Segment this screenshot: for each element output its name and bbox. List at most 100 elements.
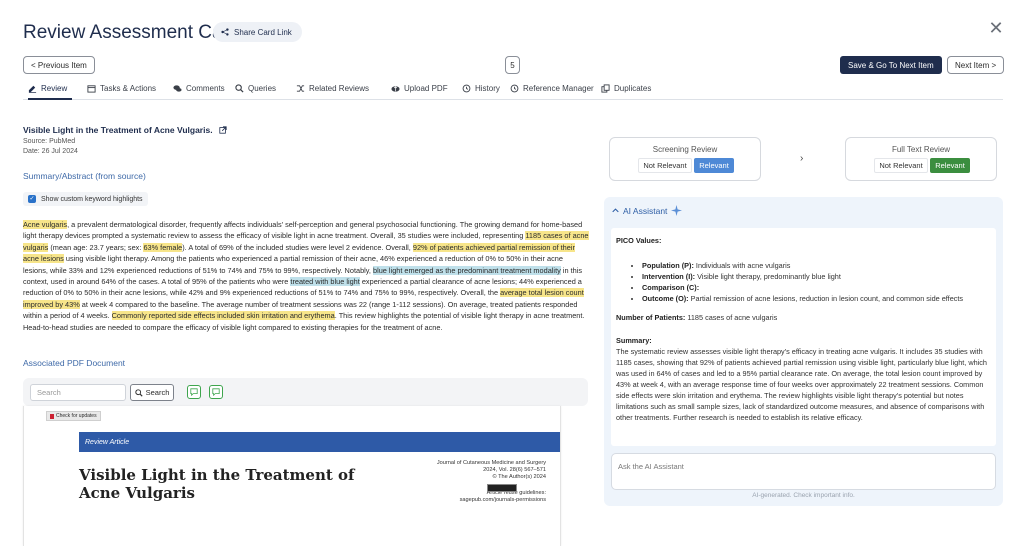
tab-label: Reference Manager	[523, 84, 594, 93]
journal-line: sagepub.com/journals-permissions	[459, 497, 546, 503]
item-counter: 5	[505, 56, 520, 74]
pdf-search-button[interactable]: Search	[130, 384, 174, 401]
pdf-journal-info: Journal of Cutaneous Medicine and Surger…	[390, 460, 546, 504]
summary-section-title: Summary/Abstract (from source)	[23, 171, 146, 181]
chevron-right-icon: ›	[800, 153, 804, 164]
chevron-up-icon	[612, 208, 619, 213]
tab-reference-manager[interactable]: Reference Manager	[510, 84, 594, 100]
page-title: Review Assessment Card	[23, 22, 240, 43]
tab-label: Upload PDF	[404, 84, 448, 93]
journal-line: © The Author(s) 2024	[492, 474, 546, 480]
comment-icon	[190, 388, 198, 396]
next-item-button[interactable]: Next Item >	[947, 56, 1005, 74]
pdf-review-article-band: Review Article	[79, 432, 560, 452]
tab-label: History	[475, 84, 500, 93]
keyword-highlight: blue light emerged as the predominant tr…	[373, 265, 561, 275]
search-icon	[235, 84, 244, 93]
pdf-document-title: Visible Light in the Treatment of Acne V…	[79, 466, 355, 502]
journal-line: Article reuse guidelines:	[486, 490, 546, 496]
ai-assistant-title: AI Assistant	[623, 205, 668, 216]
pdf-search-input[interactable]: Search	[30, 384, 126, 401]
ai-assistant-header[interactable]: AI Assistant	[612, 205, 683, 216]
article-title-text: Visible Light in the Treatment of Acne V…	[23, 125, 213, 135]
tab-label: Comments	[186, 84, 225, 93]
ai-assistant-input[interactable]: Ask the AI Assistant	[611, 453, 996, 490]
tab-label: Duplicates	[614, 84, 652, 93]
tab-related-reviews[interactable]: Related Reviews	[296, 84, 369, 100]
tab-duplicates[interactable]: Duplicates	[601, 84, 651, 100]
tab-label: Tasks & Actions	[100, 84, 157, 93]
keyword-highlight: treated with blue light	[290, 277, 360, 287]
screening-review-box: Screening Review Not Relevant Relevant	[609, 137, 761, 181]
pico-list: Population (P): Individuals with acne vu…	[616, 260, 991, 304]
external-link-icon[interactable]	[218, 126, 227, 134]
creative-commons-icon	[487, 484, 517, 492]
pdf-section-title: Associated PDF Document	[23, 358, 126, 368]
ai-response: PICO Values: Population (P): Individuals…	[611, 228, 996, 446]
keyword-highlight: 63% female	[143, 242, 183, 252]
full-text-review-box: Full Text Review Not Relevant Relevant	[845, 137, 997, 181]
tab-label: Related Reviews	[309, 84, 370, 93]
tab-label: Queries	[248, 84, 277, 93]
check-for-updates-badge: Check for updates	[46, 411, 101, 421]
check-updates-icon	[50, 413, 54, 419]
tab-tasks-actions[interactable]: Tasks & Actions	[87, 84, 156, 100]
tab-label: Review	[41, 84, 68, 93]
article-source: Source: PubMed	[23, 138, 76, 145]
full-text-review-title: Full Text Review	[891, 145, 951, 154]
copy-icon	[601, 84, 610, 93]
pico-item: Intervention (I): Visible light therapy,…	[642, 271, 991, 282]
tab-review[interactable]: Review	[28, 84, 72, 100]
comments-icon	[173, 85, 182, 92]
screening-review-title: Screening Review	[652, 145, 718, 154]
journal-line: Journal of Cutaneous Medicine and Surger…	[436, 460, 546, 466]
previous-item-button[interactable]: < Previous Item	[23, 56, 95, 74]
pdf-annotation-button[interactable]	[209, 385, 223, 399]
journal-line: 2024, Vol. 28(6) 567–571	[483, 467, 546, 473]
article-date: Date: 26 Jul 2024	[23, 148, 78, 155]
share-card-link-label: Share Card Link	[234, 27, 292, 37]
history-icon	[510, 84, 519, 93]
tab-history[interactable]: History	[462, 84, 500, 100]
abstract-segment: ). A total of 69% of the included studie…	[182, 242, 413, 252]
history-icon	[462, 84, 471, 93]
fulltext-relevant-button[interactable]: Relevant	[930, 158, 970, 173]
abstract-segment: (mean age: 23.7 years; sex:	[48, 242, 144, 252]
fulltext-not-relevant-button[interactable]: Not Relevant	[874, 158, 928, 173]
keyword-highlight: Commonly reported side effects included …	[111, 311, 335, 321]
tab-queries[interactable]: Queries	[235, 84, 276, 100]
pico-item: Population (P): Individuals with acne vu…	[642, 260, 991, 271]
cloud-upload-icon	[391, 86, 400, 92]
check-updates-label: Check for updates	[56, 413, 97, 419]
pdf-comment-button[interactable]	[187, 385, 201, 399]
pico-item: Outcome (O): Partial remission of acne l…	[642, 293, 991, 304]
share-icon	[221, 28, 229, 36]
checkbox-checked-icon[interactable]: ✓	[28, 195, 36, 203]
tab-bar: Review Tasks & Actions Comments Queries …	[23, 84, 1003, 100]
screening-relevant-button[interactable]: Relevant	[694, 158, 734, 173]
abstract-text: Acne vulgaris, a prevalent dermatologica…	[23, 219, 589, 333]
summary-text: The systematic review assesses visible l…	[616, 347, 987, 422]
keyword-highlights-toggle[interactable]: ✓ Show custom keyword highlights	[23, 192, 148, 206]
tab-comments[interactable]: Comments	[173, 84, 225, 100]
keyword-highlight: Acne vulgaris	[23, 220, 68, 229]
screening-not-relevant-button[interactable]: Not Relevant	[638, 158, 692, 173]
pdf-search-button-label: Search	[145, 388, 170, 397]
edit-icon	[28, 85, 37, 93]
pico-label: PICO Values:	[616, 236, 662, 245]
abstract-segment: , a prevalent dermatological disorder, f…	[23, 220, 583, 241]
article-title: Visible Light in the Treatment of Acne V…	[23, 125, 227, 135]
search-icon	[134, 388, 143, 397]
comment-icon	[212, 388, 220, 396]
summary-label: Summary:	[616, 336, 652, 345]
keyword-highlights-label: Show custom keyword highlights	[41, 195, 143, 203]
pico-item: Comparison (C):	[642, 282, 991, 293]
close-icon[interactable]: ✕	[988, 19, 1004, 37]
patients-row: Number of Patients: 1185 cases of acne v…	[616, 313, 778, 322]
calendar-icon	[87, 85, 96, 93]
save-and-next-button[interactable]: Save & Go To Next Item	[840, 56, 942, 74]
share-card-link-button[interactable]: Share Card Link	[213, 22, 302, 42]
ai-disclaimer: AI-generated. Check important info.	[752, 492, 855, 499]
sparkle-icon	[671, 205, 683, 216]
tab-upload-pdf[interactable]: Upload PDF	[391, 84, 448, 100]
